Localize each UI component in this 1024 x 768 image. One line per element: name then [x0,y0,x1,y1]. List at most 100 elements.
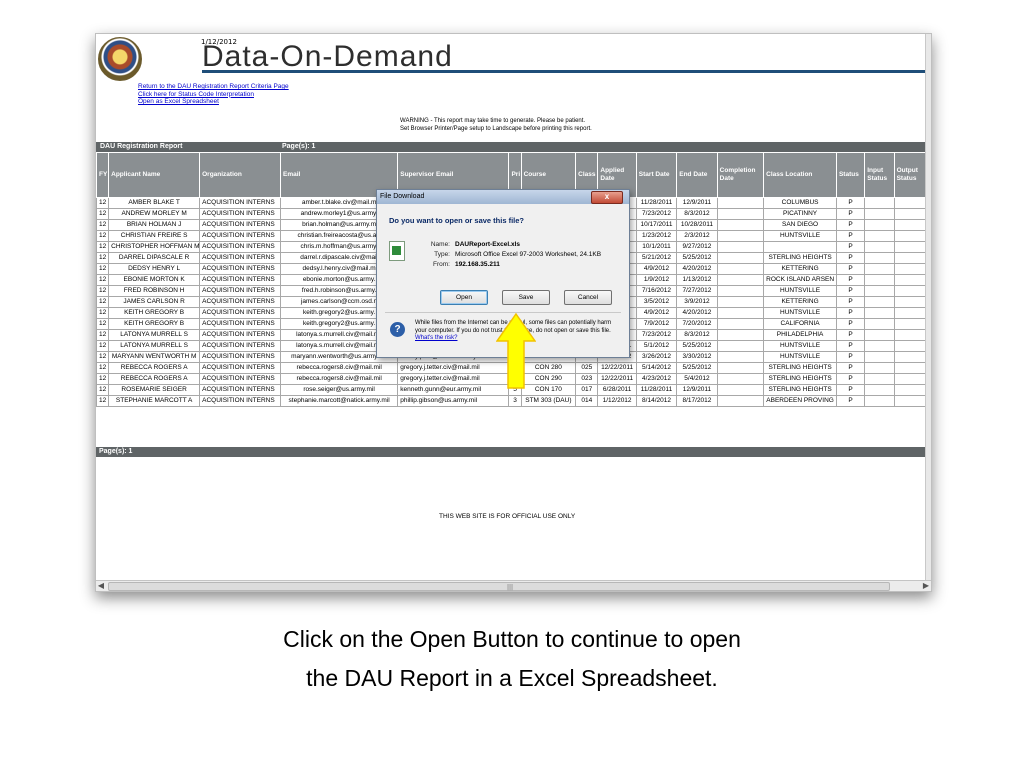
table-cell: ACQUISITION INTERNS [199,208,281,220]
column-header: Organization [199,152,281,198]
risk-link[interactable]: What's the risk? [415,335,458,341]
table-cell: 1/13/2012 [676,274,718,286]
file-name: DAUReport-Excel.xls [455,241,521,248]
table-cell: rose.seiger@us.army.mil [279,384,399,396]
table-cell [893,373,928,385]
open-button[interactable]: Open [440,290,488,305]
status-code-link[interactable]: Click here for Status Code Interpretatio… [138,91,289,99]
table-cell [864,219,895,231]
table-cell: 10/28/2011 [676,219,718,231]
excel-spreadsheet-link[interactable]: Open as Excel Spreadsheet [138,98,289,106]
excel-file-icon [389,241,405,261]
table-row: 12 STEPHANIE MARCOTT A ACQUISITION INTERNS… [96,395,928,407]
table-cell: P [835,340,866,352]
table-cell: 12 [96,373,110,385]
table-cell: P [835,219,866,231]
table-cell: 2/3/2012 [676,230,718,242]
table-cell [893,241,928,253]
table-cell [716,329,765,341]
title-divider [202,70,927,73]
table-cell [893,340,928,352]
table-cell: 5/25/2012 [676,252,718,264]
table-cell: HUNTSVILLE [763,351,837,363]
column-header: Applicant Name [108,152,201,198]
table-cell: 8/14/2012 [635,395,678,407]
table-cell: ANDREW MORLEY M [108,208,201,220]
table-cell: ROSEMARIE SEIGER [108,384,201,396]
browser-screenshot: 1/12/2012 Data-On-Demand Return to the D… [95,33,932,592]
column-header: End Date [676,152,718,198]
table-cell [716,384,765,396]
dialog-close-button[interactable]: x [591,191,623,204]
table-cell: 12 [96,263,110,275]
table-cell: P [835,318,866,330]
table-cell: STERLING HEIGHTS [763,362,837,374]
table-cell: 12 [96,362,110,374]
table-cell: KETTERING [763,296,837,308]
table-cell: 7/9/2012 [635,318,678,330]
table-cell: 12 [96,241,110,253]
table-cell: P [835,241,866,253]
table-cell [864,274,895,286]
table-cell [716,252,765,264]
table-cell: LATONYA MURRELL S [108,329,201,341]
table-cell: P [835,296,866,308]
table-cell: ACQUISITION INTERNS [199,241,281,253]
report-footer-bar: Page(s): 1 [96,447,930,457]
scroll-right-icon[interactable]: ▶ [921,581,931,591]
table-cell: BRIAN HOLMAN J [108,219,201,231]
table-cell: STEPHANIE MARCOTT A [108,395,201,407]
table-cell: 12/22/2011 [597,362,637,374]
table-cell: 1/12/2012 [597,395,637,407]
warning-notice: WARNING - This report may take time to g… [400,117,592,133]
table-cell: 12 [96,274,110,286]
table-cell: 12 [96,219,110,231]
table-cell: 7/27/2012 [676,285,718,297]
table-cell: CALIFORNIA [763,318,837,330]
table-cell [864,208,895,220]
table-cell [893,263,928,275]
dialog-title: File Download [380,193,425,200]
table-cell: DEDSY HENRY L [108,263,201,275]
table-cell: P [835,362,866,374]
criteria-page-link[interactable]: Return to the DAU Registration Report Cr… [138,83,289,91]
table-cell: 12 [96,285,110,297]
table-cell [893,307,928,319]
table-cell: 4/9/2012 [635,263,678,275]
table-cell: 12 [96,307,110,319]
table-cell: P [835,395,866,407]
report-header-bar: DAU Registration Report Page(s): 1 [96,142,927,152]
scroll-left-icon[interactable]: ◀ [96,581,106,591]
table-cell [864,351,895,363]
table-cell: P [835,373,866,385]
table-cell: CHRISTIAN FREIRE S [108,230,201,242]
table-cell: 12 [96,395,110,407]
vertical-scrollbar[interactable] [925,34,931,582]
table-cell: rebecca.rogers8.civ@mail.mil [279,373,399,385]
table-cell: phillip.gibson@us.army.mil [397,395,510,407]
table-cell: 5/25/2012 [676,340,718,352]
table-cell: SAN DIEGO [763,219,837,231]
table-cell: 1/9/2012 [635,274,678,286]
table-cell: 3/30/2012 [676,351,718,363]
table-cell: rebecca.rogers8.civ@mail.mil [279,362,399,374]
table-cell: EBONIE MORTON K [108,274,201,286]
scrollbar-thumb[interactable]: ||| [108,582,890,591]
table-cell [716,351,765,363]
table-cell: PICATINNY [763,208,837,220]
cancel-button[interactable]: Cancel [564,290,612,305]
table-cell: 7/23/2012 [635,329,678,341]
horizontal-scrollbar[interactable]: ◀ ||| ▶ [96,580,931,591]
save-button[interactable]: Save [502,290,550,305]
table-cell: STM 303 (DAU) [520,395,577,407]
table-cell [716,263,765,275]
table-cell: P [835,329,866,341]
table-cell: 12/9/2011 [676,197,718,209]
table-cell: 025 [575,362,599,374]
table-cell: 014 [575,395,599,407]
column-header: Input Status [864,152,895,198]
table-cell: 023 [575,373,599,385]
file-type: Microsoft Office Excel 97-2003 Worksheet… [455,251,602,258]
table-cell: HUNTSVILLE [763,307,837,319]
table-cell: ACQUISITION INTERNS [199,318,281,330]
